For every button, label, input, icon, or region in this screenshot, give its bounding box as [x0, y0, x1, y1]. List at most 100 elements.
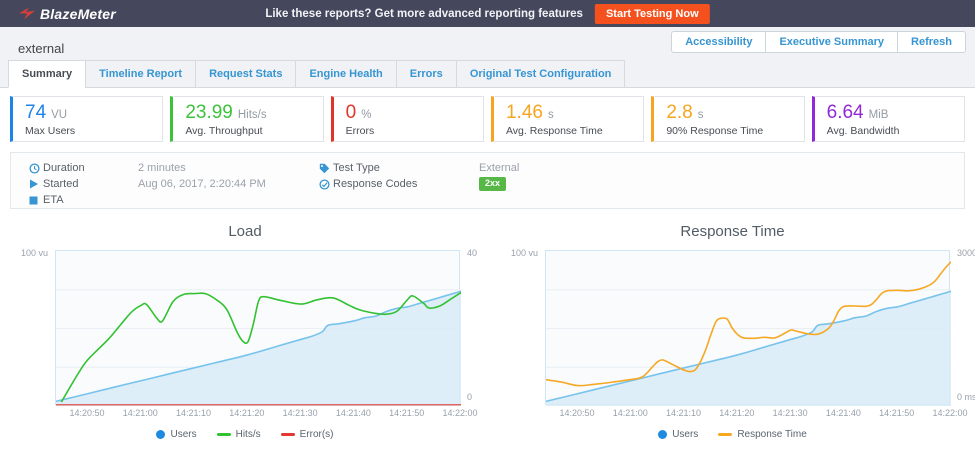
tab-summary[interactable]: Summary — [8, 60, 86, 88]
kpi-value: 2.8 — [666, 102, 692, 124]
duration-label: Duration — [43, 162, 138, 174]
info-row-duration: Duration 2 minutes — [29, 160, 266, 176]
x-tick-label: 14:21:40 — [336, 408, 371, 418]
info-right-column: Test Type External Response Codes 2xx — [319, 160, 519, 192]
accessibility-button[interactable]: Accessibility — [671, 31, 766, 53]
legend-line-marker — [718, 433, 732, 436]
kpi-avg-response-time: 1.46 s Avg. Response Time — [491, 96, 644, 142]
kpi-label: Max Users — [25, 125, 150, 137]
blazemeter-logo-icon — [18, 7, 35, 20]
info-row-eta: ETA — [29, 192, 266, 208]
started-label: Started — [43, 178, 138, 190]
charts-row: Load 100 vu 40 0 14:20:5014:21:0014:21:1… — [10, 221, 965, 440]
left-axis-max-label: 100 vu — [511, 248, 538, 258]
tag-icon — [319, 163, 333, 174]
page-title: external — [18, 41, 64, 56]
kpi-unit: s — [698, 109, 704, 121]
kpi-value: 74 — [25, 102, 46, 124]
right-axis-min-label: 0 — [467, 392, 472, 402]
load-chart: Load 100 vu 40 0 14:20:5014:21:0014:21:1… — [10, 221, 480, 440]
legend-line-marker — [217, 433, 231, 436]
x-tick-label: 14:21:20 — [719, 408, 754, 418]
eta-label: ETA — [43, 194, 138, 206]
started-value: Aug 06, 2017, 2:20:44 PM — [138, 178, 266, 190]
legend-item-users[interactable]: Users — [658, 429, 698, 440]
kpi-unit: % — [361, 109, 371, 121]
header-actions: Accessibility Executive Summary Refresh — [672, 31, 966, 53]
x-tick-label: 14:21:50 — [389, 408, 424, 418]
legend-item-error-s-[interactable]: Error(s) — [281, 429, 334, 440]
x-tick-label: 14:21:00 — [613, 408, 648, 418]
response-codes-icon — [319, 179, 333, 190]
kpi-cards: 74VU Max Users 23.99Hits/s Avg. Throughp… — [10, 96, 965, 142]
x-tick-label: 14:21:10 — [176, 408, 211, 418]
kpi-errors: 0% Errors — [331, 96, 484, 142]
response-code-badge: 2xx — [479, 177, 506, 191]
info-row-test-type: Test Type External — [319, 160, 519, 176]
kpi-value: 0 — [346, 102, 357, 124]
kpi-label: Errors — [346, 125, 471, 137]
kpi-value: 1.46 — [506, 102, 543, 124]
tab-engine-health[interactable]: Engine Health — [295, 60, 396, 88]
response-chart-legend: Users Response Time — [500, 429, 965, 440]
executive-summary-button[interactable]: Executive Summary — [765, 31, 898, 53]
tab-request-stats[interactable]: Request Stats — [195, 60, 296, 88]
test-type-label: Test Type — [333, 162, 479, 174]
legend-item-hits-s[interactable]: Hits/s — [217, 429, 261, 440]
legend-label: Hits/s — [236, 429, 261, 440]
blazemeter-logo[interactable]: BlazeMeter — [18, 6, 116, 22]
test-info-panel: Duration 2 minutes Started Aug 06, 2017,… — [10, 152, 965, 209]
header-band: external Accessibility Executive Summary… — [0, 27, 975, 88]
response-chart-plot: 100 vu 3000 ms 0 ms — [545, 250, 950, 405]
right-axis-max-label: 3000 ms — [957, 248, 975, 258]
tab-timeline-report[interactable]: Timeline Report — [85, 60, 196, 88]
clock-icon — [29, 163, 43, 174]
legend-label: Response Time — [737, 429, 806, 440]
start-testing-now-button[interactable]: Start Testing Now — [595, 4, 710, 24]
legend-label: Users — [170, 429, 196, 440]
stop-square-icon — [29, 196, 43, 205]
kpi-unit: Hits/s — [238, 109, 267, 121]
kpi-label: Avg. Bandwidth — [827, 125, 952, 137]
tab-original-test-configuration[interactable]: Original Test Configuration — [456, 60, 626, 88]
kpi-90pct-response-time: 2.8 s 90% Response Time — [651, 96, 804, 142]
refresh-button[interactable]: Refresh — [897, 31, 966, 53]
response-time-chart: Response Time 100 vu 3000 ms 0 ms 14:20:… — [500, 221, 965, 440]
x-tick-label: 14:21:40 — [826, 408, 861, 418]
legend-item-users[interactable]: Users — [156, 429, 196, 440]
x-tick-label: 14:21:30 — [283, 408, 318, 418]
x-tick-label: 14:20:50 — [69, 408, 104, 418]
legend-item-response-time[interactable]: Response Time — [718, 429, 806, 440]
kpi-unit: MiB — [869, 109, 889, 121]
legend-label: Error(s) — [300, 429, 334, 440]
right-axis-min-label: 0 ms — [957, 392, 975, 402]
kpi-avg-bandwidth: 6.64MiB Avg. Bandwidth — [812, 96, 965, 142]
x-tick-label: 14:22:00 — [932, 408, 967, 418]
load-chart-plot: 100 vu 40 0 — [55, 250, 460, 405]
load-chart-legend: Users Hits/s Error(s) — [10, 429, 480, 440]
info-row-started: Started Aug 06, 2017, 2:20:44 PM — [29, 176, 266, 192]
kpi-unit: s — [548, 109, 554, 121]
legend-dot-marker — [156, 430, 165, 439]
x-tick-label: 14:21:20 — [229, 408, 264, 418]
kpi-label: Avg. Throughput — [185, 125, 310, 137]
promo-banner: Like these reports? Get more advanced re… — [265, 0, 709, 27]
info-left-column: Duration 2 minutes Started Aug 06, 2017,… — [29, 160, 266, 208]
test-type-value: External — [479, 162, 519, 174]
kpi-avg-throughput: 23.99Hits/s Avg. Throughput — [170, 96, 323, 142]
left-axis-max-label: 100 vu — [21, 248, 48, 258]
kpi-max-users: 74VU Max Users — [10, 96, 163, 142]
response-codes-label: Response Codes — [333, 178, 479, 190]
info-row-response-codes: Response Codes 2xx — [319, 176, 519, 192]
x-tick-label: 14:21:50 — [879, 408, 914, 418]
response-chart-title: Response Time — [500, 223, 965, 240]
x-tick-label: 14:21:00 — [123, 408, 158, 418]
kpi-label: 90% Response Time — [666, 125, 791, 137]
response-chart-svg — [546, 251, 951, 406]
kpi-label: Avg. Response Time — [506, 125, 631, 137]
x-tick-label: 14:20:50 — [559, 408, 594, 418]
top-bar: BlazeMeter Like these reports? Get more … — [0, 0, 975, 27]
x-tick-label: 14:21:30 — [773, 408, 808, 418]
tab-errors[interactable]: Errors — [396, 60, 457, 88]
banner-text: Like these reports? Get more advanced re… — [265, 8, 583, 20]
